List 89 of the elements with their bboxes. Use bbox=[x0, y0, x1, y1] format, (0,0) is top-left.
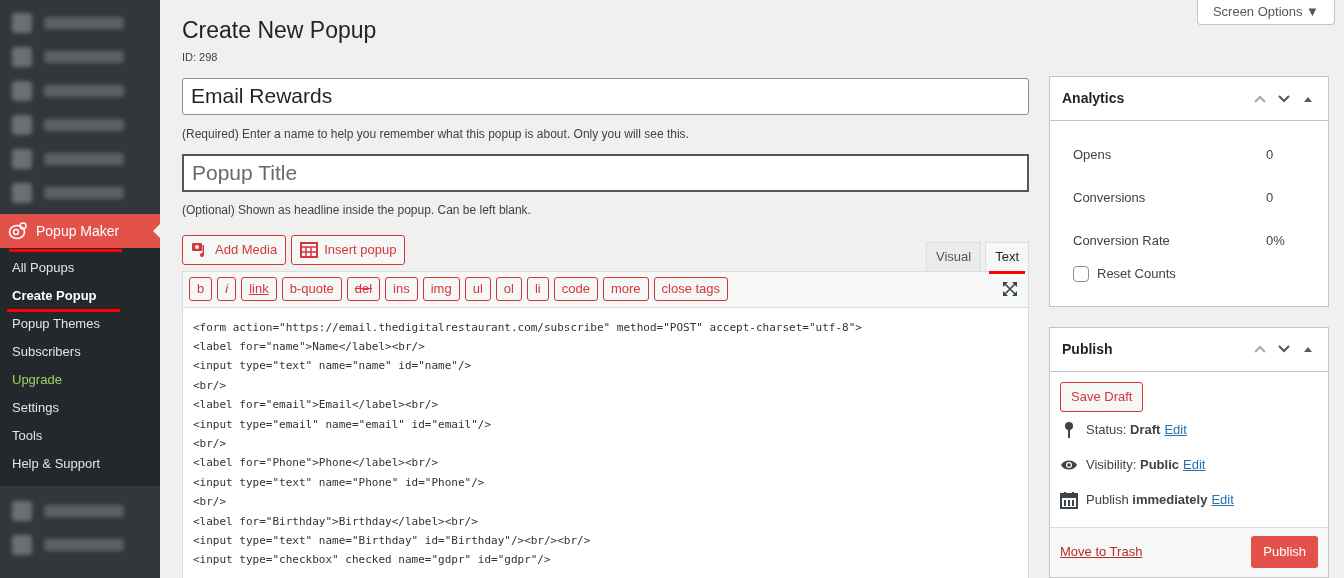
media-button[interactable]: Add Media bbox=[182, 234, 287, 265]
quicktag-button[interactable]: li bbox=[526, 277, 549, 301]
quicktag-button[interactable]: more bbox=[602, 277, 649, 301]
blurred-icon bbox=[12, 149, 32, 169]
blurred-menu-item[interactable] bbox=[44, 505, 124, 517]
blurred-menu-item[interactable] bbox=[44, 85, 124, 97]
quicktag-button[interactable]: del bbox=[346, 277, 381, 301]
code-editor[interactable] bbox=[182, 307, 1029, 578]
stat-label: Conversions bbox=[1073, 188, 1147, 207]
code-line: <label for="email">Email</label><br/> bbox=[193, 397, 439, 414]
quicktag-button[interactable]: b-quote bbox=[281, 277, 342, 301]
blurred-icon bbox=[12, 183, 32, 203]
submenu-item[interactable]: Popup Themes bbox=[0, 310, 160, 338]
move-to-trash-link[interactable]: Move to Trash bbox=[1060, 542, 1143, 562]
submenu-item[interactable]: Settings bbox=[0, 394, 160, 422]
page-title: Create New Popup bbox=[182, 16, 378, 45]
blurred-icon bbox=[12, 47, 32, 67]
code-line: <input type="text" name="name" id="name"/> bbox=[193, 358, 472, 375]
submenu-item[interactable]: Create Popup bbox=[0, 282, 160, 310]
quicktag-button[interactable]: ol bbox=[495, 277, 522, 301]
blurred-icon bbox=[12, 501, 32, 521]
submenu-item[interactable]: Upgrade bbox=[0, 366, 160, 394]
save-draft-button[interactable]: Save Draft bbox=[1060, 381, 1144, 412]
quicktag-button[interactable]: ins bbox=[385, 277, 418, 301]
current-arrow-icon bbox=[153, 224, 160, 238]
publish-button[interactable]: Publish bbox=[1251, 536, 1318, 568]
blurred-menu-item[interactable] bbox=[44, 539, 124, 551]
blurred-icon bbox=[12, 81, 32, 101]
stat-value: 0% bbox=[1266, 231, 1285, 250]
code-line: <br/> bbox=[193, 377, 227, 394]
checkbox[interactable] bbox=[1073, 265, 1089, 282]
quicktag-button[interactable]: ul bbox=[464, 277, 491, 301]
calendar-icon bbox=[1060, 490, 1078, 509]
blurred-icon bbox=[12, 535, 32, 555]
stat-label: Opens bbox=[1073, 145, 1113, 164]
help-text: (Optional) Shown as headline inside the popup. Can be left blank. bbox=[182, 201, 532, 219]
blurred-menu-item[interactable] bbox=[44, 119, 124, 131]
popup-id: ID: 298 bbox=[182, 50, 219, 65]
quicktag-button[interactable]: close tags bbox=[653, 277, 729, 301]
quicktag-button[interactable]: link bbox=[241, 277, 277, 301]
submenu-item[interactable]: Help & Support bbox=[0, 450, 160, 478]
name-field[interactable]: Email Rewards bbox=[182, 77, 1029, 115]
submenu-item[interactable]: Tools bbox=[0, 422, 160, 450]
panel-title: Publish bbox=[1062, 339, 1113, 359]
submenu-item[interactable]: All Popups bbox=[0, 254, 160, 282]
table-icon bbox=[300, 241, 319, 258]
submenu-item[interactable]: Subscribers bbox=[0, 338, 160, 366]
checkbox-label: Reset Counts bbox=[1097, 265, 1176, 283]
blurred-menu-item[interactable] bbox=[44, 17, 124, 29]
stat-value: 0 bbox=[1266, 145, 1274, 164]
screen-options-button[interactable]: Screen Options ▼ bbox=[1196, 0, 1335, 25]
code-line: <label for="Birthday">Birthday</label><br/> bbox=[193, 513, 478, 530]
editor-tab[interactable]: Text bbox=[985, 241, 1029, 271]
editor-tab[interactable]: Visual bbox=[925, 241, 982, 271]
code-line: <br/> bbox=[193, 435, 227, 452]
media-button[interactable]: Insert popup bbox=[291, 234, 406, 265]
code-line: <label for="name">Name</label><br/> bbox=[193, 338, 425, 355]
code-line: <br/> bbox=[193, 494, 227, 511]
popup-maker-icon bbox=[8, 222, 28, 240]
stat-value: 0 bbox=[1266, 188, 1274, 207]
stat-label: Conversion Rate bbox=[1073, 231, 1171, 250]
title-field[interactable]: Popup Title bbox=[182, 153, 1029, 192]
pin-icon bbox=[1062, 420, 1076, 439]
publish-meta-text: Status: Draft bbox=[1086, 420, 1161, 439]
publish-meta-text: Publish immediately bbox=[1086, 490, 1208, 509]
edit-link[interactable]: Edit bbox=[1164, 419, 1187, 440]
help-text: (Required) Enter a name to help you remember what this popup is about. Only you will see this. bbox=[182, 125, 690, 143]
edit-link[interactable]: Edit bbox=[1183, 454, 1206, 475]
panel-title: Analytics bbox=[1062, 89, 1125, 108]
quicktag-button[interactable]: b bbox=[189, 277, 213, 301]
quicktag-button[interactable]: i bbox=[217, 277, 237, 301]
code-line: <form action="https://email.thedigitalrestaurant.com/subscribe" method="POST" accept-charset="utf-8"> bbox=[193, 319, 862, 336]
code-line: <input type="text" name="Phone" id="Phone"/> bbox=[193, 474, 485, 491]
menu-item[interactable]: Popup Maker bbox=[0, 214, 160, 248]
blurred-menu-item[interactable] bbox=[44, 153, 124, 165]
blurred-menu-item[interactable] bbox=[44, 51, 124, 63]
code-line: <input type="text" name="Birthday" id="Birthday"/><br/><br/> bbox=[193, 532, 591, 549]
publish-meta-text: Visibility: Public bbox=[1086, 455, 1179, 474]
blurred-icon bbox=[12, 115, 32, 135]
code-line: <label for="Phone">Phone</label><br/> bbox=[193, 455, 439, 472]
quicktag-button[interactable]: img bbox=[422, 277, 460, 301]
fullscreen-icon[interactable] bbox=[1002, 281, 1018, 297]
highlight-mark bbox=[989, 270, 1026, 274]
code-line: <input type="checkbox" checked name="gdpr" id="gdpr"/> bbox=[193, 552, 551, 569]
edit-link[interactable]: Edit bbox=[1211, 489, 1234, 510]
code-line: <input type="email" name="email" id="email"/> bbox=[193, 416, 491, 433]
quicktag-button[interactable]: code bbox=[553, 277, 598, 301]
blurred-icon bbox=[12, 13, 32, 33]
blurred-menu-item[interactable] bbox=[44, 187, 124, 199]
